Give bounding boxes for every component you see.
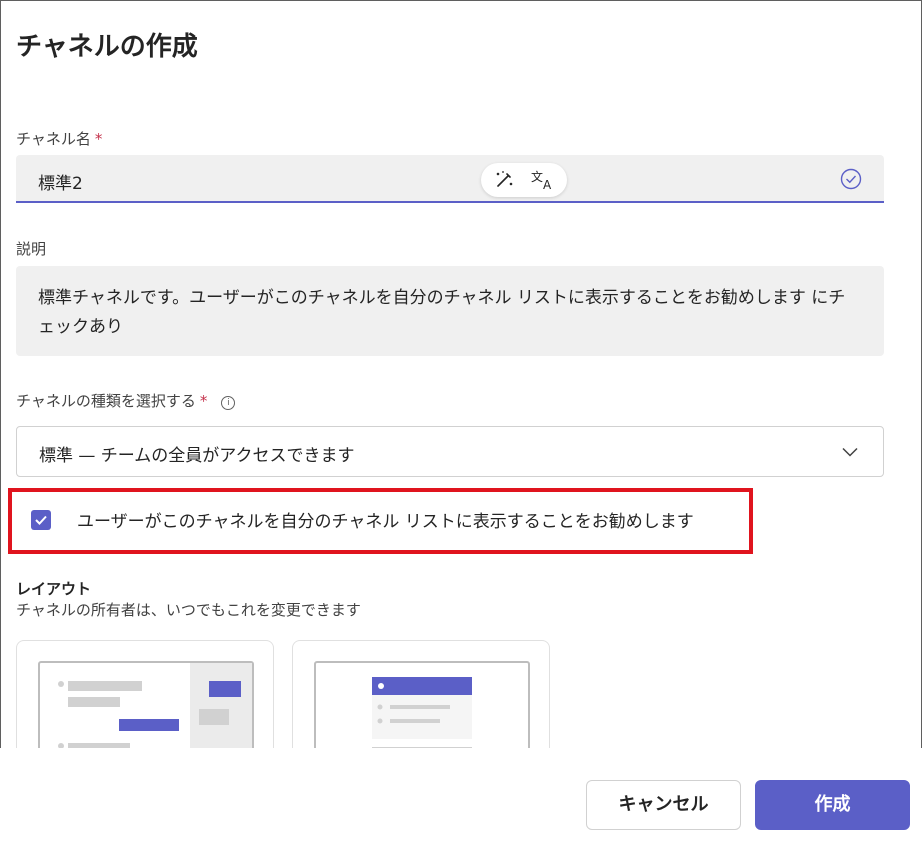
magic-wand-icon[interactable] [493,169,515,191]
layout-title: レイアウト [16,580,92,598]
create-button[interactable]: 作成 [755,780,910,830]
posts-layout-preview [38,661,254,753]
required-mark: * [94,130,103,148]
recommend-checkbox-label[interactable]: ユーザーがこのチャネルを自分のチャネル リストに表示することをお勧めします [77,507,694,532]
layout-subtitle: チャネルの所有者は、いつでもこれを変更できます [16,601,361,619]
chevron-down-icon [842,447,858,457]
channel-type-selected: 標準 — チームの全員がアクセスできます [39,446,355,466]
dialog-title: チャネルの作成 [16,32,198,62]
layout-option-threads[interactable] [292,640,550,753]
recommend-checkbox[interactable] [31,510,51,530]
check-circle-icon [840,168,862,190]
posts-layout-illustration [58,663,252,753]
translate-icon[interactable]: 文 A [529,169,557,191]
channel-name-value[interactable]: 標準2 [38,169,83,194]
description-label: 説明 [16,240,47,258]
ai-tools-pill[interactable]: 文 A [481,163,567,197]
channel-type-label: チャネルの種類を選択する * i [16,390,236,411]
channel-name-label: チャネル名 * [16,130,103,148]
info-icon[interactable]: i [221,396,236,410]
checkmark-icon [35,515,47,525]
svg-text:文: 文 [531,169,543,184]
threads-layout-illustration [372,677,472,749]
svg-text:A: A [543,178,552,191]
channel-type-select[interactable]: 標準 — チームの全員がアクセスできます [16,426,884,477]
channel-name-input[interactable]: 標準2 文 A [16,155,884,203]
layout-option-posts[interactable] [16,640,274,753]
required-mark: * [199,392,208,410]
description-textarea[interactable]: 標準チャネルです。ユーザーがこのチャネルを自分のチャネル リストに表示することを… [16,266,884,356]
cancel-button[interactable]: キャンセル [586,780,741,830]
threads-layout-preview [314,661,530,753]
